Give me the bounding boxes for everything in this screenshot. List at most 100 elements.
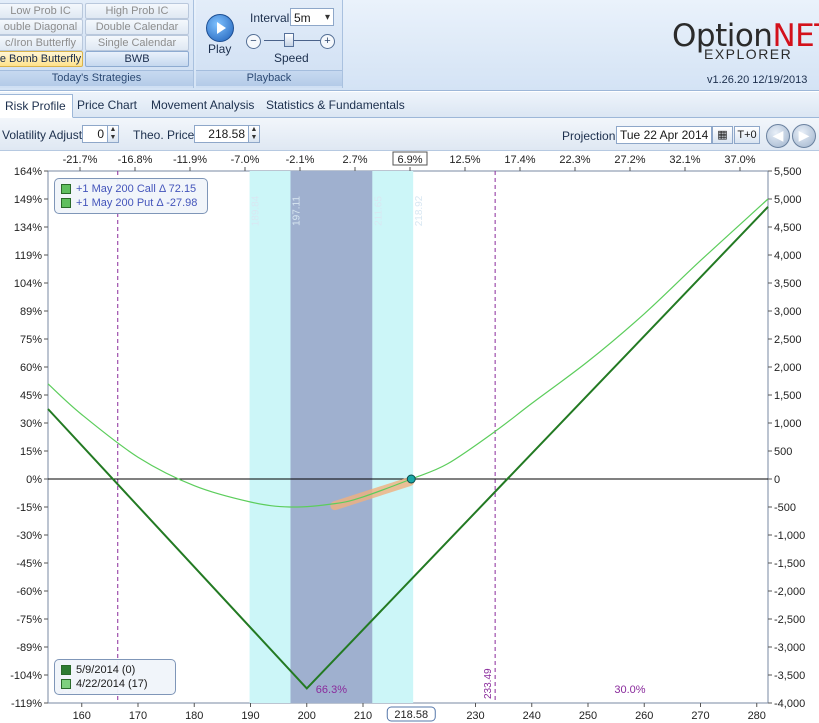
current-price-marker[interactable] xyxy=(406,474,416,484)
strategy-low-prob-ic[interactable]: Low Prob IC xyxy=(0,3,83,19)
date-swatch-icon[interactable] xyxy=(61,679,71,690)
x-tick-label: 190 xyxy=(241,710,259,722)
y-right-tick-label: 2,500 xyxy=(774,334,802,346)
risk-profile-svg[interactable]: 189.84 197.11 211.65 218.92 233.49 164% 149% 13… xyxy=(0,151,819,723)
playback-group: Play Interval 5m − + Speed Playback xyxy=(196,0,343,88)
probability-label: 30.0% xyxy=(614,684,645,696)
breakeven-label: 233.49 xyxy=(483,668,494,699)
x-tick-label: 210 xyxy=(354,710,372,722)
y-left-tick-label: 15% xyxy=(20,446,42,458)
y-left-tick-label: 45% xyxy=(20,390,42,402)
speed-decrease-button[interactable]: − xyxy=(246,34,261,49)
interval-select[interactable]: 5m xyxy=(290,8,334,27)
band-label: 197.11 xyxy=(291,196,302,226)
projection-date-input[interactable]: Tue 22 Apr 2014 xyxy=(616,126,712,144)
date-text: 5/9/2014 (0) xyxy=(76,664,136,676)
y-right-tick-label: 4,500 xyxy=(774,222,802,234)
play-icon[interactable] xyxy=(206,14,234,42)
y-left-tick-label: -15% xyxy=(16,502,42,514)
calendar-icon[interactable]: ▦ xyxy=(712,126,733,144)
positions-legend[interactable]: +1 May 200 Call Δ 72.15 +1 May 200 Put Δ… xyxy=(54,178,208,214)
strategy-bwb[interactable]: BWB xyxy=(85,51,189,67)
t-plus-zero-button[interactable]: T+0 xyxy=(734,126,760,144)
position-row[interactable]: +1 May 200 Put Δ -27.98 xyxy=(61,196,201,210)
strategies-group: Low Prob IC High Prob IC ouble Diagonal … xyxy=(0,0,194,88)
ribbon: Low Prob IC High Prob IC ouble Diagonal … xyxy=(0,0,819,91)
half-sd-band xyxy=(290,171,373,703)
strategy-single-calendar[interactable]: Single Calendar xyxy=(85,35,189,51)
chart-toolbar: Volatility Adjust 0 ▲ ▼ Theo. Price 218.5… xyxy=(0,118,819,151)
y-left-tick-label: -30% xyxy=(16,530,42,542)
strategy-double-diagonal[interactable]: ouble Diagonal xyxy=(0,19,83,35)
y-right-tick-label: -3,000 xyxy=(774,642,805,654)
tab-movement-analysis[interactable]: Movement Analysis xyxy=(145,94,260,116)
x-tick-label: 160 xyxy=(73,710,91,722)
y-right-tick-label: -1,500 xyxy=(774,558,805,570)
strategy-bomb-butterfly[interactable]: e Bomb Butterfly xyxy=(0,51,83,67)
top-pct-tick-label: 27.2% xyxy=(614,154,645,166)
x-tick-label: 270 xyxy=(691,710,709,722)
band-label: 211.65 xyxy=(373,196,384,226)
speed-slider-track[interactable] xyxy=(264,40,328,41)
y-left-tick-label: -119% xyxy=(11,698,42,710)
y-right-tick-label: -4,000 xyxy=(774,698,805,710)
top-pct-tick-label: -2.1% xyxy=(286,154,315,166)
top-pct-tick-label: 37.0% xyxy=(724,154,755,166)
risk-profile-chart[interactable]: 189.84 197.11 211.65 218.92 233.49 164% 149% 13… xyxy=(0,151,819,723)
y-left-tick-label: -45% xyxy=(16,558,42,570)
logo-subtitle: EXPLORER xyxy=(704,46,793,62)
date-row[interactable]: 4/22/2014 (17) xyxy=(61,677,169,691)
y-left-tick-label: 30% xyxy=(20,418,42,430)
volatility-spinner[interactable]: ▲ ▼ xyxy=(107,125,119,143)
dates-legend[interactable]: 5/9/2014 (0) 4/22/2014 (17) xyxy=(54,659,176,695)
top-pct-tick-label: 17.4% xyxy=(504,154,535,166)
date-swatch-icon[interactable] xyxy=(61,665,71,676)
y-left-tick-label: 134% xyxy=(14,222,42,234)
theo-price-input[interactable]: 218.58 xyxy=(194,125,249,143)
y-left-tick-label: 60% xyxy=(20,362,42,374)
top-pct-tick-label: 22.3% xyxy=(559,154,590,166)
theo-price-label: Theo. Price xyxy=(133,128,195,142)
interval-label: Interval xyxy=(250,11,290,25)
y-left-tick-label: 89% xyxy=(20,306,42,318)
theo-price-spinner[interactable]: ▲ ▼ xyxy=(248,125,260,143)
tab-price-chart[interactable]: Price Chart xyxy=(71,94,143,116)
tab-risk-profile[interactable]: Risk Profile xyxy=(0,94,73,118)
strategy-double-calendar[interactable]: Double Calendar xyxy=(85,19,189,35)
y-right-tick-label: 3,000 xyxy=(774,306,802,318)
x-tick-label: 280 xyxy=(748,710,766,722)
tab-bar: Risk Profile Price Chart Movement Analys… xyxy=(0,92,819,118)
step-forward-icon[interactable]: ▶ xyxy=(792,124,816,148)
volatility-input[interactable]: 0 xyxy=(82,125,108,143)
probability-label: 66.3% xyxy=(316,684,347,696)
y-left-tick-label: 75% xyxy=(20,334,42,346)
step-back-icon[interactable]: ◀ xyxy=(766,124,790,148)
y-right-tick-label: 0 xyxy=(774,474,780,486)
top-pct-tick-label: -7.0% xyxy=(231,154,260,166)
top-pct-tick-label: -11.9% xyxy=(173,154,207,166)
strategy-iron-butterfly[interactable]: c/Iron Butterfly xyxy=(0,35,83,51)
x-tick-label: 240 xyxy=(523,710,541,722)
y-left-tick-label: 0% xyxy=(26,474,42,486)
strategy-high-prob-ic[interactable]: High Prob IC xyxy=(85,3,189,19)
checkbox-icon[interactable] xyxy=(61,198,71,209)
version-label: v1.26.20 12/19/2013 xyxy=(707,74,808,86)
checkbox-icon[interactable] xyxy=(61,184,71,195)
speed-slider-thumb[interactable] xyxy=(284,33,294,47)
position-row[interactable]: +1 May 200 Call Δ 72.15 xyxy=(61,182,201,196)
y-right-tick-label: 4,000 xyxy=(774,250,802,262)
y-left-tick-label: -104% xyxy=(10,670,42,682)
top-pct-tick-label: 32.1% xyxy=(669,154,700,166)
band-label: 218.92 xyxy=(414,195,425,226)
current-price-label: 218.58 xyxy=(394,709,428,721)
y-right-tick-label: 1,000 xyxy=(774,418,802,430)
tab-statistics-fundamentals[interactable]: Statistics & Fundamentals xyxy=(260,94,411,116)
strategies-caption: Today's Strategies xyxy=(0,70,193,86)
y-left-tick-label: 164% xyxy=(14,166,42,178)
top-pct-tick-label: -16.8% xyxy=(118,154,153,166)
speed-increase-button[interactable]: + xyxy=(320,34,335,49)
x-tick-label: 260 xyxy=(635,710,653,722)
x-tick-label: 200 xyxy=(298,710,316,722)
y-right-tick-label: 500 xyxy=(774,446,792,458)
date-row[interactable]: 5/9/2014 (0) xyxy=(61,663,169,677)
